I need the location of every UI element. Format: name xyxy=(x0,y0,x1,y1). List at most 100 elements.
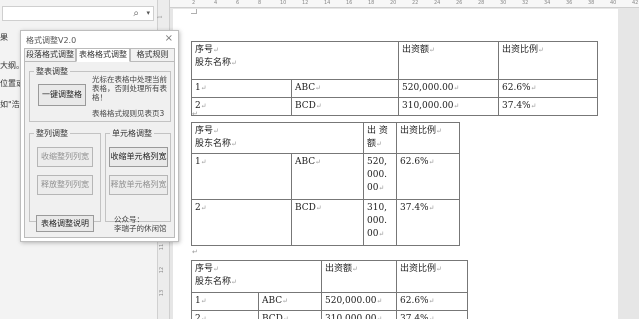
ruler-tick-label: 6 xyxy=(236,0,240,6)
nav-search-input[interactable]: ⌕ ▾ xyxy=(2,6,154,21)
table-row[interactable]: 2↵ BCD↵ 310,000.00↵ 37.4%↵ xyxy=(191,199,460,246)
ruler-tick-label: 12 xyxy=(302,0,309,6)
ruler-tick-label: 22 xyxy=(412,0,419,6)
table-cell[interactable]: BCD↵ xyxy=(258,310,322,319)
table-row[interactable]: 2↵ BCD↵ 310,000.00↵ 37.4%↵ xyxy=(191,97,598,116)
table-row[interactable]: 1↵ ABC↵ 520,000.00↵ 62.6%↵ xyxy=(191,79,598,98)
table-cell[interactable]: 1↵ xyxy=(191,292,259,311)
shrink-column-width-button[interactable]: 收缩整列列宽 xyxy=(37,147,93,167)
table-cell[interactable]: 出资额↵ xyxy=(321,260,397,293)
table-cell[interactable]: 310,000.00↵ xyxy=(398,97,499,116)
table-cell[interactable]: 出资比例↵ xyxy=(396,122,460,154)
table-cell[interactable]: 序号↵ 股东名称↵ xyxy=(191,260,322,293)
table-cell[interactable]: BCD↵ xyxy=(291,97,399,116)
table-cell[interactable]: ABC↵ xyxy=(258,292,322,311)
table-cell[interactable]: 37.4%↵ xyxy=(396,310,468,319)
ruler-tick-label: 14 xyxy=(324,0,331,6)
ruler-tick-label: 13 xyxy=(159,289,166,297)
author-label: 李瑞子的休闲馆 xyxy=(114,224,167,233)
table-row[interactable]: 序号↵ 股东名称↵ 出资额↵ 出资比例↵ xyxy=(191,41,598,80)
table-cell[interactable]: 520,000.00↵ xyxy=(321,292,397,311)
table-cell[interactable]: 62.6%↵ xyxy=(396,153,460,200)
table-rules-note: 表格格式规则见表页3 xyxy=(92,109,165,118)
ruler-tick-label: 40 xyxy=(610,0,617,6)
tab-table-format[interactable]: 表格格式调整 xyxy=(76,48,130,62)
table-row[interactable]: 1↵ ABC↵ 520,000.00↵ 62.6%↵ xyxy=(191,153,460,200)
table-cell[interactable]: 出资额↵ xyxy=(398,41,499,80)
dialog-title: 格式调整V2.0 xyxy=(26,36,77,45)
ruler-tick-label: 10 xyxy=(280,0,287,6)
chevron-down-icon[interactable]: ▾ xyxy=(146,9,150,17)
table-cell[interactable]: 出资比例↵ xyxy=(498,41,598,80)
table-adjust-help-button[interactable]: 表格调整说明 xyxy=(36,215,94,232)
ruler-tick-label: 8 xyxy=(258,0,262,6)
release-column-width-button[interactable]: 释放整列列宽 xyxy=(37,175,93,195)
format-adjust-dialog: 格式调整V2.0 × 段落格式调整 表格格式调整 格式规则 整表调整 一键调整格… xyxy=(20,30,179,242)
shrink-cell-width-button[interactable]: 收缩单元格列宽 xyxy=(109,147,168,167)
ruler-tick-label: 4 xyxy=(214,0,218,6)
ruler-tick-label: 18 xyxy=(368,0,375,6)
table-row[interactable]: 2↵ BCD↵ 310,000.00↵ 37.4%↵ xyxy=(191,310,468,319)
table-cell[interactable]: 62.6%↵ xyxy=(396,292,468,311)
table-3[interactable]: 序号↵ 股东名称↵ 出资额↵ 出资比例↵ 1↵ ABC↵ 520,000.00↵ … xyxy=(191,260,468,319)
ruler-tick-label: 24 xyxy=(434,0,441,6)
dialog-tabs: 段落格式调整 表格格式调整 格式规则 xyxy=(24,48,175,62)
document-area: 序号↵ 股东名称↵ 出资额↵ 出资比例↵ 1↵ ABC↵ 520,000.00↵ … xyxy=(171,9,639,319)
table-format-panel: 整表调整 一键调整格 光标在表格中处理当前表格，否则处理所有表格！ 表格格式规则… xyxy=(24,62,175,238)
table-cell[interactable]: 2↵ xyxy=(191,199,292,246)
table-cell[interactable]: BCD↵ xyxy=(291,199,364,246)
ruler-tick-label: 38 xyxy=(588,0,595,6)
group-legend: 整列调整 xyxy=(36,129,68,138)
tab-paragraph-format[interactable]: 段落格式调整 xyxy=(24,48,76,62)
ruler-tick-label: 1 xyxy=(157,15,164,19)
table-row[interactable]: 序号↵ 股东名称↵ 出 资额↵ 出资比例↵ xyxy=(191,122,460,154)
table-cell[interactable]: 出 资额↵ xyxy=(363,122,397,154)
table-cell[interactable]: 1↵ xyxy=(191,153,292,200)
release-cell-width-button[interactable]: 释放单元格列宽 xyxy=(109,175,168,195)
table-cell[interactable]: 序号↵ 股东名称↵ xyxy=(191,41,399,80)
search-icon[interactable]: ⌕ xyxy=(133,8,139,19)
nav-text-line: 果 xyxy=(0,33,8,42)
table-cell[interactable]: 2↵ xyxy=(191,97,292,116)
table-cell[interactable]: 310,000.00↵ xyxy=(321,310,397,319)
document-page: 序号↵ 股东名称↵ 出资额↵ 出资比例↵ 1↵ ABC↵ 520,000.00↵ … xyxy=(173,9,618,319)
group-legend: 单元格调整 xyxy=(112,129,152,138)
table-cell[interactable]: 1↵ xyxy=(191,79,292,98)
tab-format-rules[interactable]: 格式规则 xyxy=(130,48,175,62)
one-click-adjust-button[interactable]: 一键调整格 xyxy=(38,84,86,106)
ruler-tick-label: 28 xyxy=(478,0,485,6)
table-cell[interactable]: ABC↵ xyxy=(291,153,364,200)
table-1[interactable]: 序号↵ 股东名称↵ 出资额↵ 出资比例↵ 1↵ ABC↵ 520,000.00↵ … xyxy=(191,41,598,116)
page-corner-mark xyxy=(191,9,197,14)
ruler-tick-label: 36 xyxy=(566,0,573,6)
ruler-tick-label: 12 xyxy=(159,266,166,274)
ruler-tick-label: 42 xyxy=(632,0,639,6)
table-cell[interactable]: 520,000.00↵ xyxy=(398,79,499,98)
paragraph-mark: ↵ xyxy=(192,248,198,256)
ruler-tick-label: 26 xyxy=(456,0,463,6)
ruler-tick-label: 32 xyxy=(522,0,529,6)
close-icon[interactable]: × xyxy=(165,33,173,44)
ruler-tick-label: 16 xyxy=(346,0,353,6)
table-row[interactable]: 1↵ ABC↵ 520,000.00↵ 62.6%↵ xyxy=(191,292,468,311)
ruler-tick-label: 11 xyxy=(159,243,166,251)
table-hint-text: 光标在表格中处理当前表格，否则处理所有表格！ xyxy=(92,75,167,102)
table-cell[interactable]: ABC↵ xyxy=(291,79,399,98)
table-cell[interactable]: 2↵ xyxy=(191,310,259,319)
table-cell[interactable]: 37.4%↵ xyxy=(498,97,598,116)
table-cell[interactable]: 310,000.00↵ xyxy=(363,199,397,246)
table-cell[interactable]: 序号↵ 股东名称↵ xyxy=(191,122,364,154)
table-cell[interactable]: 520,000.00↵ xyxy=(363,153,397,200)
ruler-tick-label: 2 xyxy=(192,0,196,6)
public-account-label: 公众号： xyxy=(114,215,144,224)
table-row[interactable]: 序号↵ 股东名称↵ 出资额↵ 出资比例↵ xyxy=(191,260,468,293)
paragraph-mark: ↵ xyxy=(192,110,198,118)
table-cell[interactable]: 出资比例↵ xyxy=(396,260,468,293)
group-legend: 整表调整 xyxy=(36,67,68,76)
table-cell[interactable]: 37.4%↵ xyxy=(396,199,460,246)
table-2[interactable]: 序号↵ 股东名称↵ 出 资额↵ 出资比例↵ 1↵ ABC↵ 520, 000. 00↵… xyxy=(191,122,460,246)
horizontal-ruler: 2 4 6 8 10 12 14 16 18 20 22 24 26 28 30 32 34 36 38 40 42 xyxy=(170,0,639,8)
ruler-tick-label: 34 xyxy=(544,0,551,6)
table-cell[interactable]: 62.6%↵ xyxy=(498,79,598,98)
ruler-tick-label: 20 xyxy=(390,0,397,6)
